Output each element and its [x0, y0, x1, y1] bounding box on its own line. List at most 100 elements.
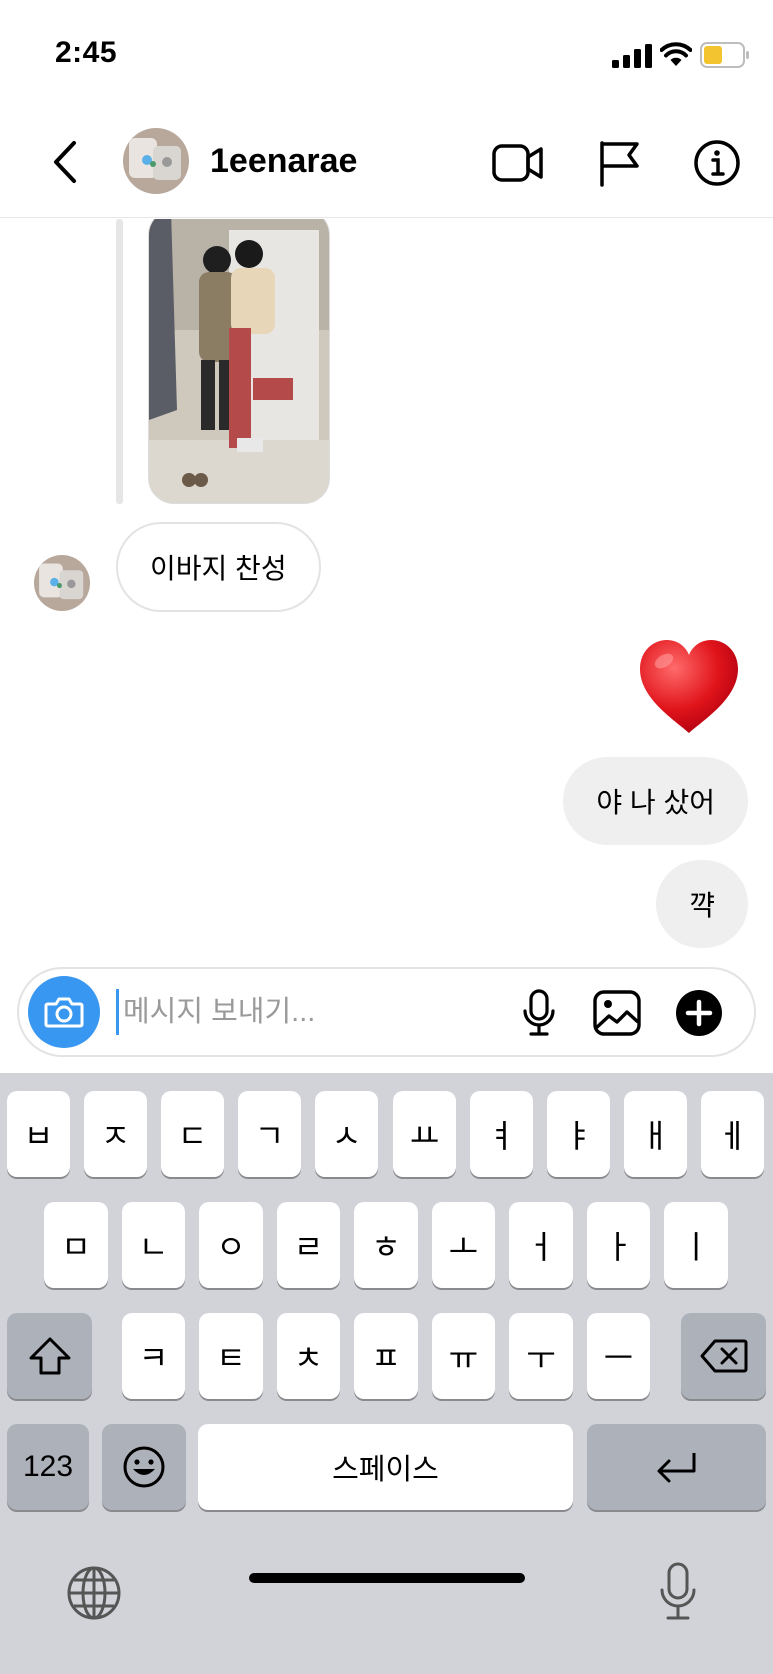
key[interactable]: ㅣ — [664, 1202, 728, 1288]
key-label: ㅅ — [331, 1118, 362, 1154]
back-chevron-icon — [54, 141, 76, 183]
key[interactable]: ㅛ — [393, 1091, 456, 1177]
key[interactable]: ㄴ — [122, 1202, 185, 1288]
dictation-button[interactable] — [650, 1559, 706, 1625]
wifi-icon — [660, 42, 692, 66]
message-composer — [17, 967, 756, 1057]
emoji-key[interactable] — [102, 1424, 186, 1510]
chat-header: 1eenarae — [0, 110, 773, 218]
key-label: ㄷ — [177, 1118, 208, 1154]
backspace-icon — [700, 1339, 747, 1373]
gallery-button[interactable] — [589, 985, 645, 1041]
key-label: ㅎ — [371, 1229, 401, 1265]
key[interactable]: ㅡ — [587, 1313, 650, 1399]
key-label: ㅁ — [61, 1229, 91, 1265]
globe-button[interactable] — [64, 1563, 124, 1623]
key-label: ㅏ — [603, 1229, 634, 1265]
camera-icon — [44, 997, 84, 1028]
key[interactable]: ㅏ — [587, 1202, 650, 1288]
key[interactable]: ㅔ — [701, 1091, 764, 1177]
key[interactable]: ㅅ — [315, 1091, 378, 1177]
shift-key[interactable] — [7, 1313, 92, 1399]
video-camera-icon — [492, 144, 543, 182]
header-avatar[interactable] — [123, 128, 189, 194]
plus-icon — [676, 990, 722, 1036]
photo-icon — [149, 219, 329, 503]
key-label: ㅗ — [448, 1229, 479, 1265]
outgoing-message[interactable]: 야 나 샀어 — [563, 757, 748, 845]
message-text: 이바지 찬성 — [150, 553, 287, 584]
shift-icon — [29, 1337, 70, 1375]
message-text: 꺅 — [689, 890, 715, 921]
key[interactable]: ㅓ — [509, 1202, 573, 1288]
cellular-signal-icon — [612, 44, 652, 68]
key[interactable]: ㅎ — [354, 1202, 418, 1288]
key[interactable]: ㅠ — [432, 1313, 495, 1399]
heart-emoji-message[interactable] — [636, 637, 742, 737]
key[interactable]: ㄷ — [161, 1091, 224, 1177]
message-thread[interactable]: 이바지 찬성 야 나 샀어 꺅 — [0, 219, 773, 965]
camera-button[interactable] — [28, 976, 100, 1048]
key-label: 123 — [22, 1450, 74, 1483]
space-key[interactable]: 스페이스 — [198, 1424, 573, 1510]
key[interactable]: ㄱ — [238, 1091, 301, 1177]
info-button[interactable] — [687, 134, 747, 192]
status-time: 2:45 — [55, 36, 118, 69]
key-label: ㄹ — [293, 1229, 324, 1265]
key[interactable]: ㅇ — [199, 1202, 263, 1288]
key[interactable]: ㅁ — [44, 1202, 108, 1288]
key-label: ㅑ — [563, 1118, 594, 1154]
message-input[interactable] — [116, 989, 496, 1035]
more-options-button[interactable] — [671, 985, 727, 1041]
reply-bar — [116, 219, 123, 504]
video-call-button[interactable] — [488, 134, 548, 192]
key-label: ㅊ — [293, 1340, 324, 1376]
key-label: ㄱ — [254, 1118, 285, 1154]
key-label: ㅜ — [526, 1340, 556, 1376]
return-key[interactable] — [587, 1424, 766, 1510]
key-label: ㅓ — [526, 1229, 556, 1265]
key-label: ㅇ — [216, 1229, 246, 1265]
key[interactable]: ㅋ — [122, 1313, 185, 1399]
key[interactable]: ㅗ — [432, 1202, 495, 1288]
key[interactable]: ㅑ — [547, 1091, 610, 1177]
numbers-key[interactable]: 123 — [7, 1424, 89, 1510]
key-label: 스페이스 — [332, 1454, 439, 1486]
outgoing-message[interactable]: 꺅 — [656, 860, 748, 948]
emoji-icon — [123, 1446, 165, 1488]
key-label: ㅈ — [100, 1118, 131, 1154]
incoming-message[interactable]: 이바지 찬성 — [116, 522, 321, 612]
key-label: ㅠ — [448, 1340, 479, 1376]
report-button[interactable] — [589, 134, 649, 192]
key-label: ㅔ — [717, 1118, 748, 1154]
backspace-key[interactable] — [681, 1313, 766, 1399]
key[interactable]: ㅍ — [354, 1313, 418, 1399]
avatar-image — [123, 128, 189, 194]
home-indicator[interactable] — [249, 1573, 525, 1583]
key[interactable]: ㅐ — [624, 1091, 687, 1177]
return-icon — [657, 1453, 695, 1483]
back-button[interactable] — [42, 134, 88, 190]
battery-level — [704, 46, 722, 64]
key[interactable]: ㅊ — [277, 1313, 340, 1399]
battery-icon — [700, 42, 749, 68]
key[interactable]: ㅕ — [470, 1091, 533, 1177]
key[interactable]: ㅜ — [509, 1313, 573, 1399]
globe-icon — [67, 1566, 121, 1620]
photo-message[interactable] — [148, 219, 330, 504]
key[interactable]: ㄹ — [277, 1202, 340, 1288]
flag-icon — [600, 141, 639, 187]
header-username[interactable]: 1eenarae — [210, 142, 357, 181]
key[interactable]: ㅌ — [199, 1313, 263, 1399]
sender-avatar[interactable] — [34, 555, 90, 611]
key[interactable]: ㅈ — [84, 1091, 147, 1177]
key[interactable]: ㅂ — [7, 1091, 70, 1177]
key-label: ㅂ — [23, 1118, 54, 1154]
korean-keyboard: ㅂ ㅈ ㄷ ㄱ ㅅ ㅛ ㅕ ㅑ ㅐ ㅔ ㅁ ㄴ ㅇ ㄹ ㅎ ㅗ ㅓ ㅏ ㅣ ㅋ … — [0, 1073, 773, 1674]
voice-message-button[interactable] — [511, 985, 567, 1041]
key-label: ㅋ — [138, 1340, 169, 1376]
key-label: ㅛ — [409, 1118, 440, 1154]
status-bar: 2:45 — [0, 0, 773, 110]
dictation-icon — [660, 1562, 696, 1620]
gallery-icon — [593, 990, 641, 1036]
